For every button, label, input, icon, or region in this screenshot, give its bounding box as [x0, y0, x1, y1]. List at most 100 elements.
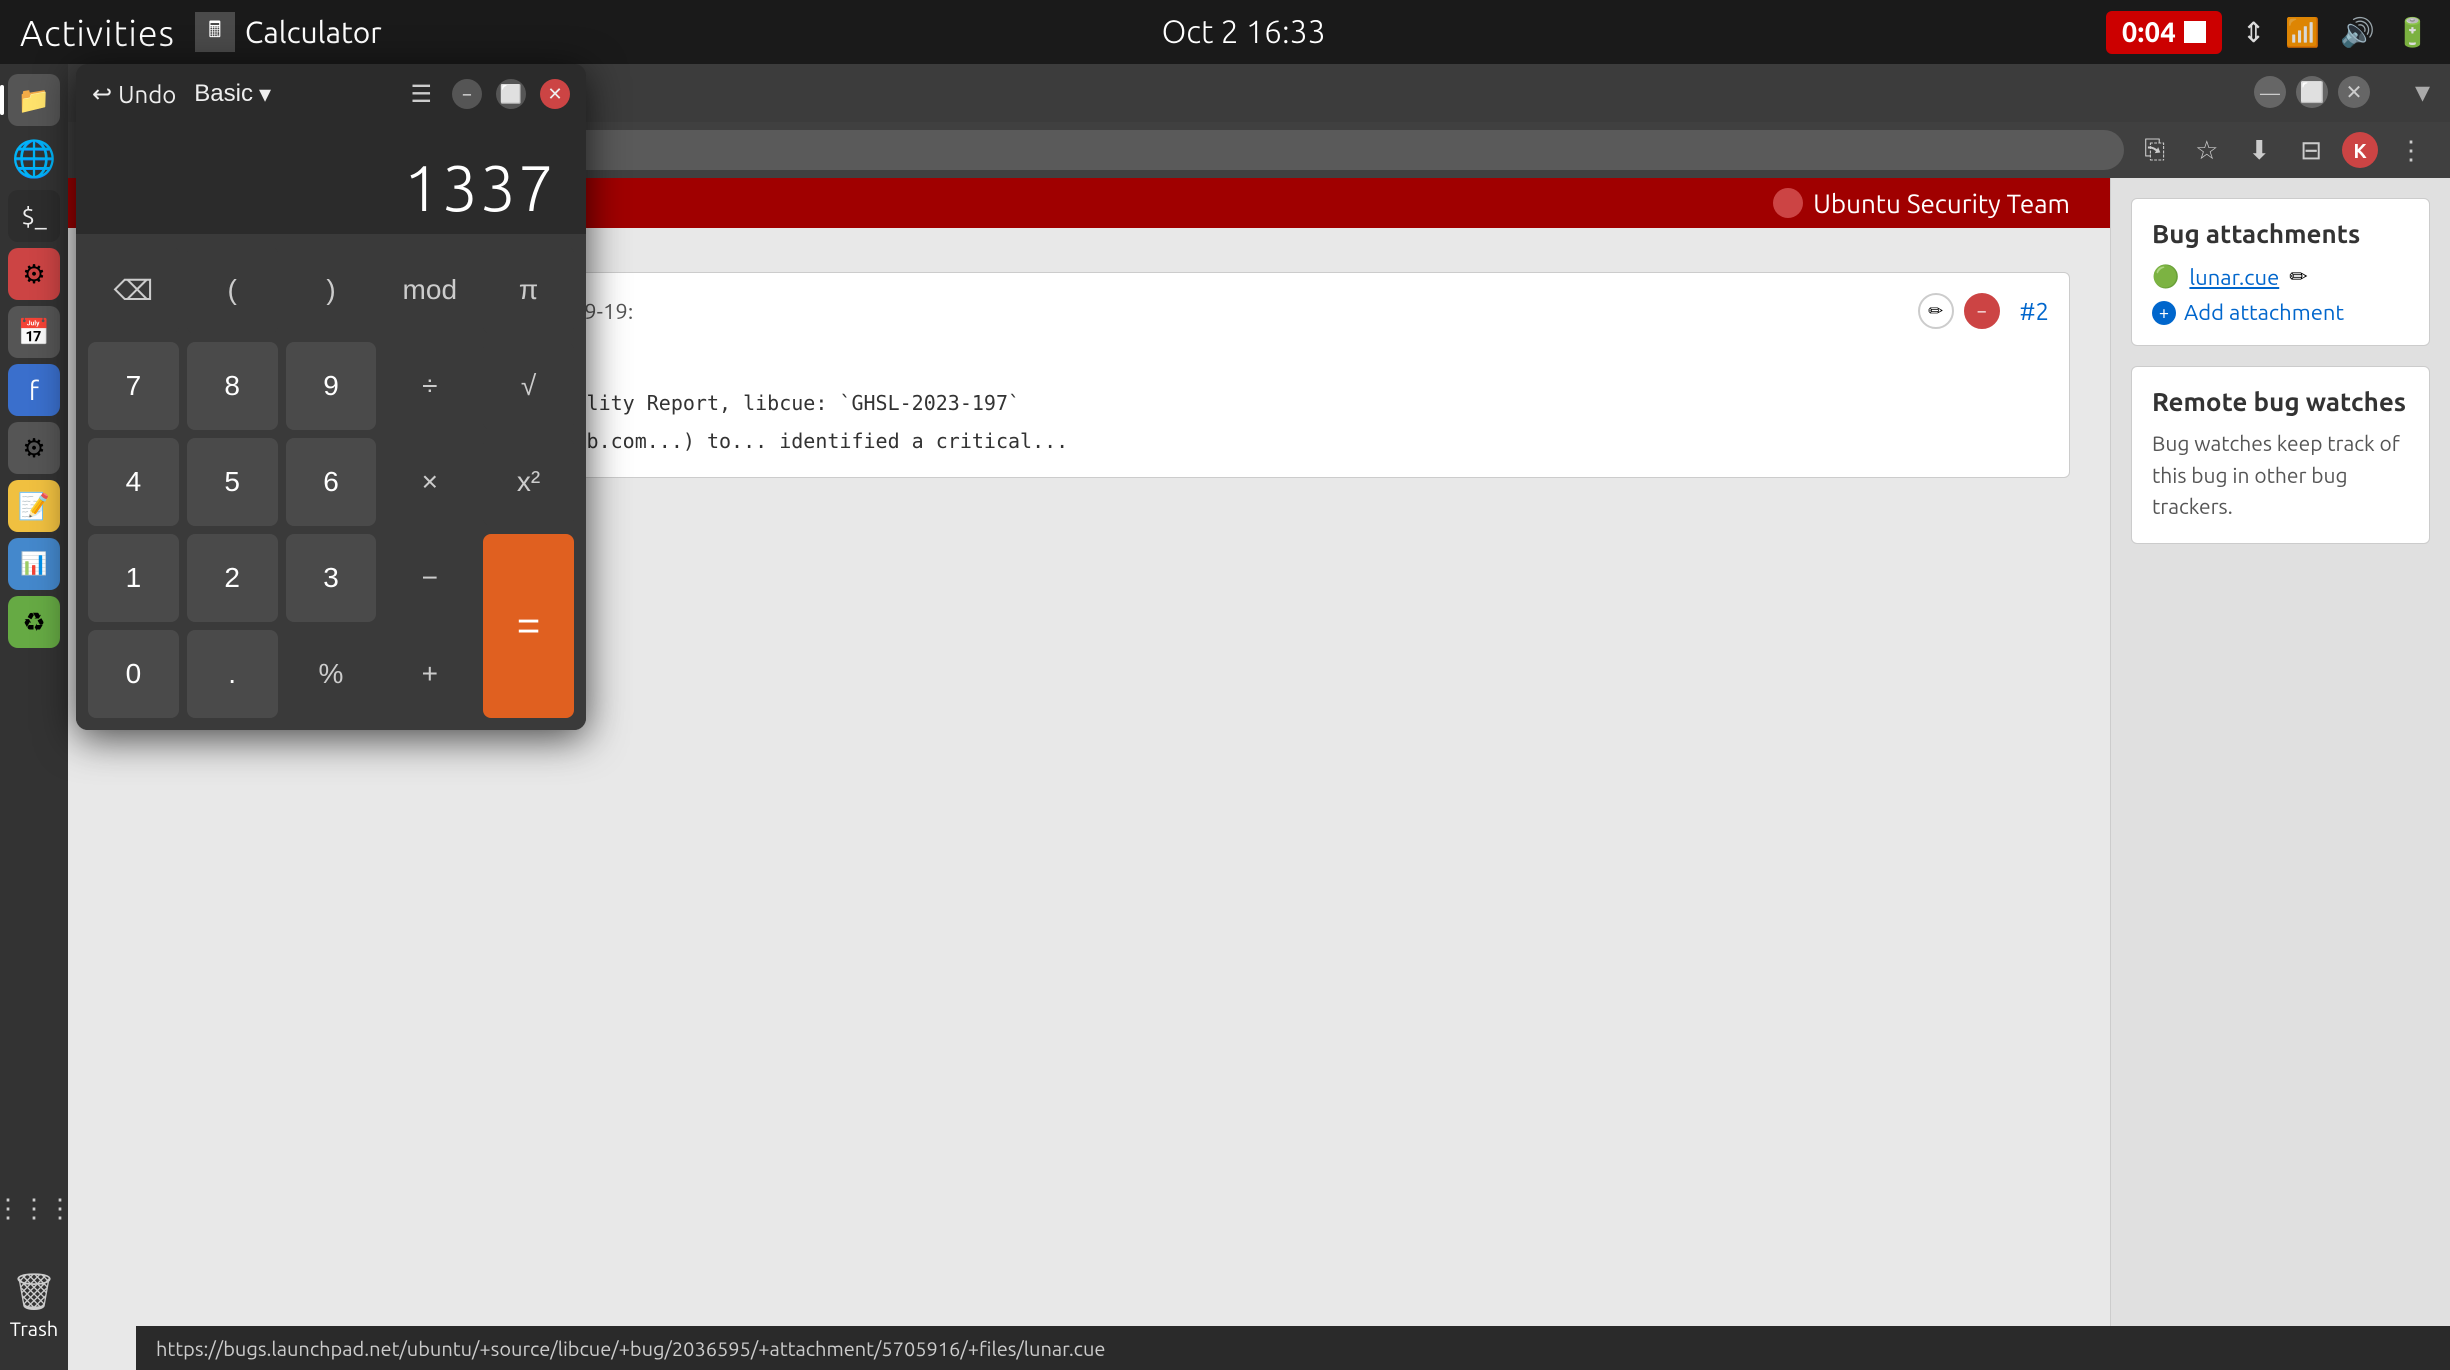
sidebar-item-calendar[interactable]: 📅: [8, 306, 60, 358]
calc-close-button[interactable]: ✕: [540, 79, 570, 109]
calc-9-button[interactable]: 9: [286, 342, 377, 430]
calc-buttons: ⌫ ( ) mod π 7 8 9 ÷ √ 4 5 6 × x² 1 2 3 −…: [76, 234, 586, 730]
app-label: 🖩 Calculator: [195, 12, 382, 52]
sidebar-button[interactable]: ⊟: [2290, 131, 2332, 170]
calculator-app-icon: 🖩: [195, 12, 235, 52]
topbar-datetime: Oct 2 16:33: [1162, 14, 1326, 50]
window-close-button[interactable]: ✕: [2338, 76, 2370, 108]
calc-divide-button[interactable]: ÷: [384, 342, 475, 430]
comment-number[interactable]: #2: [2020, 298, 2049, 325]
calc-percent-button[interactable]: %: [286, 630, 377, 718]
sidebar: 📁 🌐 $_ ⚙ 📅 f ⚙ 📝 📊 ♻: [0, 64, 68, 1370]
calc-undo-button[interactable]: ↩ Undo: [92, 80, 176, 108]
chevron-down-icon[interactable]: ▾: [2415, 74, 2430, 110]
calc-close-paren-button[interactable]: ): [286, 246, 377, 334]
sidebar-item-files[interactable]: 📁: [8, 74, 60, 126]
calc-open-paren-button[interactable]: (: [187, 246, 278, 334]
calc-sqrt-button[interactable]: √: [483, 342, 574, 430]
edit-attachment-icon[interactable]: ✏: [2289, 264, 2307, 290]
undo-arrow-icon: ↩: [92, 80, 112, 108]
calc-maximize-button[interactable]: ⬜: [496, 79, 526, 109]
more-button[interactable]: ⋮: [2388, 131, 2434, 170]
gnome-settings-icon: ⚙: [22, 433, 45, 464]
undo-label: Undo: [118, 81, 176, 108]
calc-equals-button[interactable]: =: [483, 534, 574, 718]
calc-minus-button[interactable]: −: [384, 534, 475, 622]
calc-1-button[interactable]: 1: [88, 534, 179, 622]
sidebar-item-monitor[interactable]: 📊: [8, 538, 60, 590]
calc-8-button[interactable]: 8: [187, 342, 278, 430]
calc-5-button[interactable]: 5: [187, 438, 278, 526]
calc-dot-button[interactable]: .: [187, 630, 278, 718]
download-button[interactable]: ⬇: [2238, 131, 2280, 170]
calc-plus-button[interactable]: +: [384, 630, 475, 718]
battery-icon[interactable]: 🔋: [2395, 16, 2430, 49]
bug-attachments-box: Bug attachments 🟢 lunar.cue ✏ + Add atta…: [2131, 198, 2430, 346]
sidebar-item-settings[interactable]: ⚙: [8, 248, 60, 300]
stop-icon: [2184, 21, 2206, 43]
grid-icon: ⋮⋮⋮: [0, 1193, 73, 1224]
add-attachment-row[interactable]: + Add attachment: [2152, 300, 2409, 325]
bookmark-button[interactable]: ☆: [2185, 131, 2228, 170]
calculator-window: ↩ Undo Basic ▾ ☰ − ⬜ ✕ 1337 ⌫ ( ) mod π …: [76, 64, 586, 730]
wifi-icon[interactable]: 📶: [2285, 16, 2320, 49]
add-attachment-label[interactable]: Add attachment: [2184, 300, 2344, 325]
settings-icon: ⚙: [22, 259, 45, 290]
sidebar-item-notes[interactable]: 📝: [8, 480, 60, 532]
window-maximize-button[interactable]: ⬜: [2296, 76, 2328, 108]
accessibility-icon[interactable]: ⇕: [2242, 16, 2265, 49]
share-button[interactable]: ⎘: [2134, 130, 2175, 170]
topbar: Activities 🖩 Calculator Oct 2 16:33 0:04…: [0, 0, 2450, 64]
trash-icon: 🗑: [11, 1270, 57, 1313]
remote-bug-text: Bug watches keep track of this bug in ot…: [2152, 428, 2409, 523]
ubuntu-security-team: Ubuntu Security Team: [1773, 188, 2070, 218]
recycle-icon: ♻: [22, 607, 45, 638]
comment-actions: ✏ − #2: [1918, 293, 2049, 329]
window-minimize-button[interactable]: —: [2254, 76, 2286, 108]
activities-label[interactable]: Activities: [20, 12, 175, 53]
calc-3-button[interactable]: 3: [286, 534, 377, 622]
monitor-icon: 📊: [20, 551, 47, 577]
hide-comment-button[interactable]: −: [1964, 293, 2000, 329]
sidebar-item-terminal[interactable]: $_: [8, 190, 60, 242]
sidebar-item-social[interactable]: f: [8, 364, 60, 416]
status-url: https://bugs.launchpad.net/ubuntu/+sourc…: [156, 1337, 1105, 1360]
calc-display-value: 1337: [404, 152, 556, 224]
calc-0-button[interactable]: 0: [88, 630, 179, 718]
calc-mod-button[interactable]: mod: [384, 246, 475, 334]
app-name-label: Calculator: [245, 15, 382, 49]
app-grid-button[interactable]: ⋮⋮⋮: [0, 1186, 68, 1230]
calc-xsquared-button[interactable]: x²: [483, 438, 574, 526]
attachment-link[interactable]: lunar.cue: [2189, 265, 2279, 290]
calc-menu-button[interactable]: ☰: [404, 74, 438, 114]
avatar-letter: K: [2353, 139, 2366, 162]
timer-value: 0:04: [2122, 17, 2176, 48]
sidebar-item-recycle[interactable]: ♻: [8, 596, 60, 648]
calc-mode-button[interactable]: Basic ▾: [194, 80, 271, 109]
add-attachment-icon: +: [2152, 301, 2176, 325]
calc-titlebar: ↩ Undo Basic ▾ ☰ − ⬜ ✕: [76, 64, 586, 124]
calc-backspace-button[interactable]: ⌫: [88, 246, 179, 334]
edit-comment-button[interactable]: ✏: [1918, 293, 1954, 329]
timer-badge: 0:04: [2106, 11, 2222, 54]
calc-multiply-button[interactable]: ×: [384, 438, 475, 526]
sidebar-item-chrome[interactable]: 🌐: [8, 132, 60, 184]
calc-6-button[interactable]: 6: [286, 438, 377, 526]
calc-7-button[interactable]: 7: [88, 342, 179, 430]
notes-icon: 📝: [18, 491, 50, 522]
social-icon: f: [29, 376, 39, 405]
calc-4-button[interactable]: 4: [88, 438, 179, 526]
calendar-icon: 📅: [18, 317, 50, 348]
profile-avatar[interactable]: K: [2342, 132, 2378, 168]
calc-2-button[interactable]: 2: [187, 534, 278, 622]
bug-attachments-title: Bug attachments: [2152, 219, 2409, 248]
topbar-left: Activities 🖩 Calculator: [20, 12, 382, 53]
remote-bug-title: Remote bug watches: [2152, 387, 2409, 416]
attachment-file-icon: 🟢: [2152, 264, 2179, 290]
files-icon: 📁: [18, 85, 50, 116]
calc-minimize-button[interactable]: −: [452, 79, 482, 109]
trash-area: 🗑 Trash: [0, 1240, 68, 1370]
volume-icon[interactable]: 🔊: [2340, 16, 2375, 49]
calc-pi-button[interactable]: π: [483, 246, 574, 334]
sidebar-item-gnome-settings[interactable]: ⚙: [8, 422, 60, 474]
